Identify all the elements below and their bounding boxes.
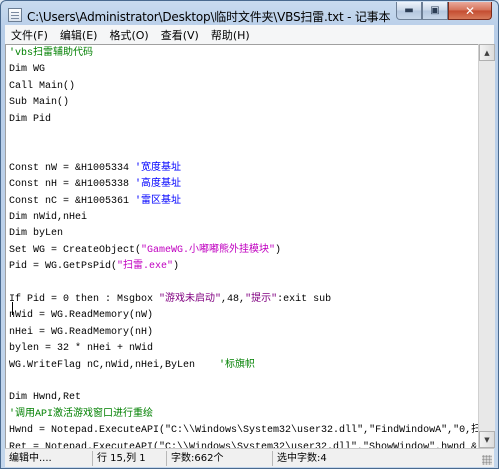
code-line: Dim nWid,nHei: [9, 211, 87, 225]
code-segment: bylen = 32 * nHei + nWid: [9, 343, 154, 355]
code-segment: "C:\\Windows\System32\user32.dll": [165, 425, 364, 437]
code-segment: If Pid = 0 then : Msgbox: [9, 294, 160, 305]
minimize-icon: ▬: [404, 5, 414, 16]
arrow-down-icon: ▼: [484, 435, 490, 444]
minimize-button[interactable]: ▬: [396, 2, 422, 20]
code-segment: "扫雷.exe": [117, 261, 174, 273]
code-segment: nWid = WG.ReadMemory(nW): [9, 310, 154, 322]
menu-view[interactable]: 查看(V): [155, 27, 205, 43]
code-segment: "提示": [245, 294, 278, 305]
code-line: Const nH = &H1005338 '高度基址: [9, 178, 181, 192]
maximize-button[interactable]: ▣: [422, 2, 448, 20]
code-segment: "FindWindowA": [369, 425, 448, 437]
code-segment: ,48,: [221, 294, 246, 305]
code-segment: 'vbs扫雷辅助代码: [9, 48, 94, 59]
status-selected-count: 选中字数:4: [277, 452, 327, 464]
code-line: 'vbs扫雷辅助代码: [9, 47, 93, 61]
code-line: Const nW = &H1005334 '宽度基址: [9, 162, 181, 176]
menu-format[interactable]: 格式(O): [103, 27, 154, 43]
code-line: Sub Main(): [9, 96, 69, 110]
status-mode: 编辑中....: [5, 450, 93, 466]
code-segment: Dim Hwnd,Ret: [9, 392, 82, 404]
code-line: Dim byLen: [9, 227, 63, 241]
code-line: Dim Hwnd,Ret: [9, 391, 81, 405]
code-segment: ,"0,扫雷"): [447, 425, 478, 437]
code-segment: Dim byLen: [9, 228, 64, 240]
code-segment: WG.WriteFlag nC,nWid,nHei,ByLen: [9, 359, 220, 371]
code-line: WG.WriteFlag nC,nWid,nHei,ByLen '标旗帜: [9, 359, 255, 373]
menu-edit[interactable]: 编辑(E): [54, 27, 104, 43]
window-title: C:\Users\Administrator\Desktop\临时文件夹\VBS…: [27, 10, 391, 24]
status-bar: 编辑中.... 行 15,列 1 字数:662个 选中字数:4: [5, 448, 494, 467]
code-segment: Pid = WG.GetPsPid(: [9, 261, 118, 273]
text-editor-area[interactable]: 'vbs扫雷辅助代码 Dim WG Call Main() Sub Main() Dim…: [5, 44, 478, 449]
code-segment: ): [275, 244, 282, 256]
code-segment: Set WG = CreateObject(: [9, 244, 142, 256]
code-line: Const nC = &H1005361 '雷区基址: [9, 195, 181, 209]
code-segment: Const nC = &H1005361: [9, 195, 136, 207]
code-line: Pid = WG.GetPsPid("扫雷.exe"): [9, 260, 179, 274]
status-position: 行 15,列 1: [93, 450, 167, 466]
code-segment: '高度基址: [135, 179, 182, 191]
code-segment: "游戏未启动": [159, 294, 222, 305]
menu-help[interactable]: 帮助(H): [205, 27, 256, 43]
code-line: nWid = WG.ReadMemory(nW): [9, 309, 153, 323]
code-line: Hwnd = Notepad.ExecuteAPI("C:\\Windows\S…: [9, 424, 478, 438]
code-line: Call Main(): [9, 80, 75, 94]
code-line: Dim Pid: [9, 113, 51, 127]
code-segment: '雷区基址: [135, 195, 182, 207]
code-segment: Const nH = &H1005338: [9, 179, 136, 191]
code-line: '调用API激活游戏窗口进行重绘: [9, 408, 153, 422]
code-line: nHei = WG.ReadMemory(nH): [9, 326, 153, 340]
scroll-up-button[interactable]: ▲: [479, 44, 495, 61]
scroll-down-button[interactable]: ▼: [479, 431, 495, 448]
close-button[interactable]: ✕: [448, 2, 492, 20]
close-icon: ✕: [464, 3, 476, 18]
code-line: Set WG = CreateObject("GameWG.小嘟嘟熊外挂模块"): [9, 244, 281, 258]
caption-buttons: ▬ ▣ ✕: [396, 2, 492, 21]
status-char-count: 字数:662个: [167, 450, 273, 466]
code-line: Dim WG: [9, 63, 45, 77]
code-segment: '宽度基址: [135, 162, 182, 174]
code-segment: "GameWG.小嘟嘟熊外挂模块": [141, 244, 276, 256]
code-segment: Dim nWid,nHei: [9, 212, 88, 223]
maximize-icon: ▣: [430, 5, 440, 16]
code-segment: ): [173, 261, 180, 273]
code-segment: '调用API激活游戏窗口进行重绘: [9, 408, 154, 420]
code-segment: Sub Main(): [9, 97, 70, 109]
code-segment: Const nW = &H1005334: [9, 162, 136, 174]
resize-grip[interactable]: [482, 455, 492, 465]
vertical-scrollbar[interactable]: ▲ ▼: [478, 44, 495, 448]
code-segment: :exit sub: [277, 294, 332, 305]
code-line: bylen = 32 * nHei + nWid: [9, 342, 153, 356]
code-segment: nHei = WG.ReadMemory(nH): [9, 326, 154, 338]
code-segment: Hwnd = Notepad.ExecuteAPI(: [9, 425, 166, 437]
arrow-up-icon: ▲: [484, 48, 490, 57]
code-segment: Call Main(): [9, 80, 76, 92]
code-segment: '标旗帜: [219, 359, 256, 371]
notepad-app-icon: [8, 8, 22, 22]
notepad-window: C:\Users\Administrator\Desktop\临时文件夹\VBS…: [0, 0, 499, 469]
menu-file[interactable]: 文件(F): [5, 27, 54, 43]
code-segment: Dim Pid: [9, 113, 52, 125]
menu-bar: 文件(F) 编辑(E) 格式(O) 查看(V) 帮助(H): [5, 25, 494, 44]
code-line: If Pid = 0 then : Msgbox "游戏未启动",48,"提示"…: [9, 293, 331, 307]
code-segment: Dim WG: [9, 64, 46, 76]
